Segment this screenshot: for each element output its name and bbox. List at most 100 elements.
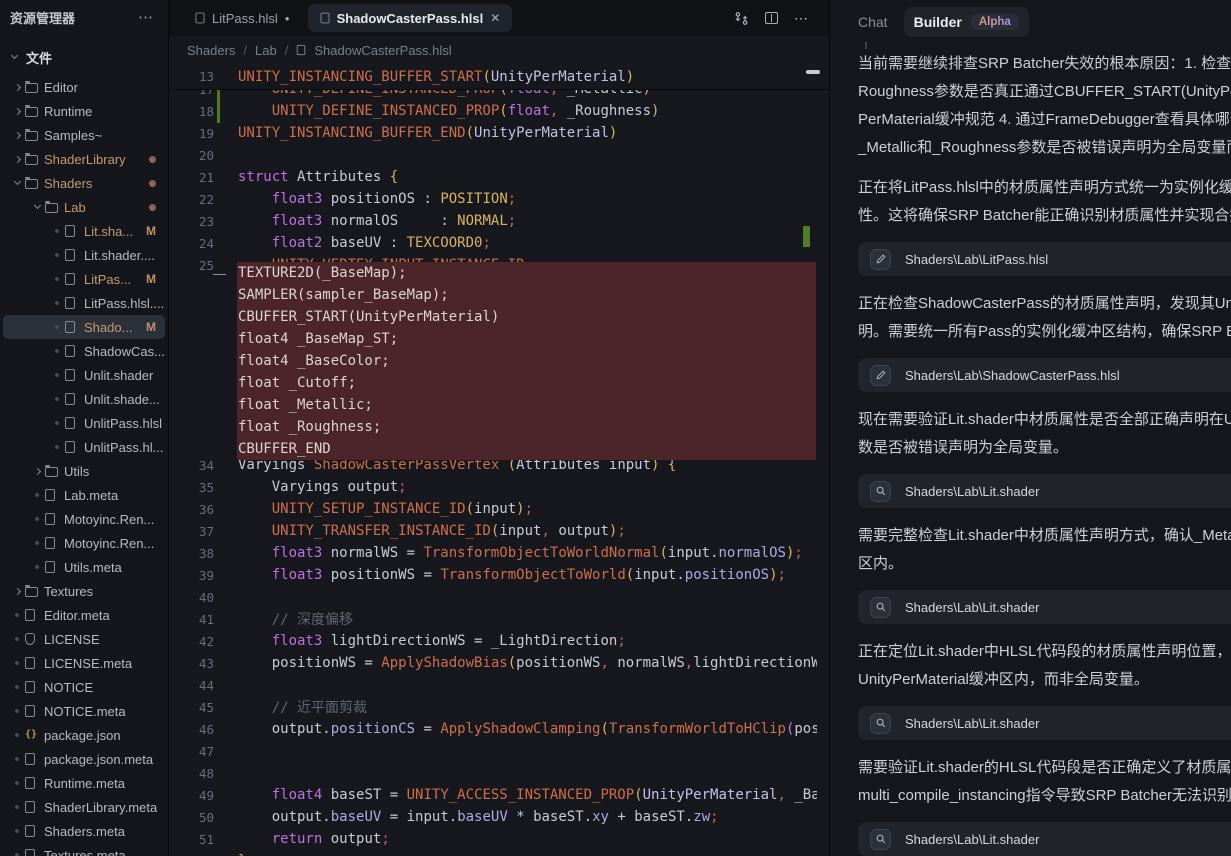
line-number: 22 xyxy=(169,192,214,207)
breadcrumb-separator: / xyxy=(243,43,247,58)
file-chip[interactable]: Shaders\Lab\Lit.shader xyxy=(858,590,1231,624)
line-number: 35 xyxy=(169,480,214,495)
git-compare-icon[interactable] xyxy=(734,11,749,26)
breadcrumb-item-lab[interactable]: Lab xyxy=(255,43,277,58)
bullet-dot xyxy=(49,229,65,233)
bullet-dot xyxy=(9,805,25,809)
tree-item-runtime[interactable]: Runtime xyxy=(3,99,165,123)
tree-item-motoyinc.ren...[interactable]: Motoyinc.Ren... xyxy=(3,531,165,555)
file-chip[interactable]: Shaders\Lab\LitPass.hlsl xyxy=(858,242,1231,276)
tree-item-shaderlibrary[interactable]: ShaderLibrary xyxy=(3,147,165,171)
deleted-code-line: TEXTURE2D(_BaseMap); xyxy=(238,262,816,284)
code-line: 23 float3 normalOS : NORMAL; xyxy=(169,210,817,232)
line-number: 39 xyxy=(169,568,214,583)
tree-item-motoyinc.ren...[interactable]: Motoyinc.Ren... xyxy=(3,507,165,531)
tree-item-label: package.json.meta xyxy=(44,752,165,767)
tree-item-label: Textures xyxy=(44,584,165,599)
tree-item-unlitpass.hl...[interactable]: UnlitPass.hl... xyxy=(3,435,165,459)
editor-scrollbar-thumb[interactable] xyxy=(806,70,820,74)
file-chip[interactable]: Shaders\Lab\ShadowCasterPass.hlsl xyxy=(858,358,1231,392)
editor-tab-shadowcasterpass.hlsl[interactable]: ShadowCasterPass.hlsl ✕ xyxy=(308,4,513,32)
tree-item-utils[interactable]: Utils xyxy=(3,459,165,483)
tree-item-textures[interactable]: Textures xyxy=(3,579,165,603)
code-area[interactable]: 17 UNITY_DEFINE_INSTANCED_PROP(float, _M… xyxy=(169,64,829,856)
tree-item-label: Runtime.meta xyxy=(44,776,165,791)
line-number: 44 xyxy=(169,678,214,693)
tree-item-shaderlibrary.meta[interactable]: ShaderLibrary.meta xyxy=(3,795,165,819)
tree-item-shaders[interactable]: Shaders xyxy=(3,171,165,195)
breadcrumb-item-shaders[interactable]: Shaders xyxy=(187,43,235,58)
file-icon xyxy=(45,537,55,549)
files-section-header[interactable]: 文件 xyxy=(0,44,168,70)
file-icon xyxy=(25,705,35,717)
tab-builder[interactable]: Builder Alpha xyxy=(904,7,1029,37)
editor-more-icon[interactable]: ⋯ xyxy=(794,10,809,27)
tree-item-litpass.hlsl....[interactable]: LitPass.hlsl.... xyxy=(3,291,165,315)
tree-item-notice[interactable]: NOTICE xyxy=(3,675,165,699)
tree-item-unlit.shader[interactable]: Unlit.shader xyxy=(3,363,165,387)
tree-item-label: Lab.meta xyxy=(64,488,165,503)
bullet-dot xyxy=(49,421,65,425)
deleted-code-line: float _Cutoff; xyxy=(238,372,816,394)
deleted-block-marker: — xyxy=(213,262,226,284)
tree-item-shado...[interactable]: Shado...M xyxy=(3,315,165,339)
tree-item-unlitpass.hlsl[interactable]: UnlitPass.hlsl xyxy=(3,411,165,435)
editor-tab-litpass.hlsl[interactable]: LitPass.hlsl● xyxy=(183,4,302,32)
tree-item-package.json.meta[interactable]: package.json.meta xyxy=(3,747,165,771)
line-number: 25 xyxy=(169,258,214,273)
bullet-dot xyxy=(29,493,45,497)
file-chip-path: Shaders\Lab\Lit.shader xyxy=(905,600,1039,615)
tree-item-lit.shader....[interactable]: Lit.shader.... xyxy=(3,243,165,267)
more-actions-icon[interactable]: ⋯ xyxy=(138,8,154,26)
file-icon xyxy=(65,225,75,237)
deleted-code-line: float _Metallic; xyxy=(238,394,816,416)
tree-item-editor.meta[interactable]: Editor.meta xyxy=(3,603,165,627)
file-chip[interactable]: Shaders\Lab\Lit.shader xyxy=(858,474,1231,508)
tree-item-samples~[interactable]: Samples~ xyxy=(3,123,165,147)
deleted-code-block: TEXTURE2D(_BaseMap);SAMPLER(sampler_Base… xyxy=(237,262,816,460)
tree-item-unlit.shade...[interactable]: Unlit.shade... xyxy=(3,387,165,411)
file-icon xyxy=(25,609,35,621)
tree-item-license.meta[interactable]: LICENSE.meta xyxy=(3,651,165,675)
file-icon xyxy=(196,13,205,24)
tree-item-editor[interactable]: Editor xyxy=(3,75,165,99)
tree-item-shadowcas...[interactable]: ShadowCas... xyxy=(3,339,165,363)
split-editor-icon[interactable] xyxy=(765,12,778,24)
bullet-dot xyxy=(29,541,45,545)
tree-item-label: Runtime xyxy=(44,104,165,119)
tree-item-notice.meta[interactable]: NOTICE.meta xyxy=(3,699,165,723)
chevron-right-icon xyxy=(9,589,25,594)
line-number: 46 xyxy=(169,722,214,737)
tree-item-lit.sha...[interactable]: Lit.sha...M xyxy=(3,219,165,243)
sticky-scroll-line[interactable]: 13UNITY_INSTANCING_BUFFER_START(UnityPer… xyxy=(169,64,829,90)
tab-label: ShadowCasterPass.hlsl xyxy=(337,11,484,26)
file-chip-path: Shaders\Lab\Lit.shader xyxy=(905,832,1039,847)
file-chip[interactable]: Shaders\Lab\Lit.shader xyxy=(858,822,1231,856)
tree-item-label: Motoyinc.Ren... xyxy=(64,512,165,527)
tree-item-litpas...[interactable]: LitPas...M xyxy=(3,267,165,291)
tree-item-label: UnlitPass.hl... xyxy=(84,440,165,455)
tree-item-package.json[interactable]: {}package.json xyxy=(3,723,165,747)
tree-item-lab[interactable]: Lab xyxy=(3,195,165,219)
line-number: 24 xyxy=(169,236,214,251)
tree-item-textures.meta[interactable]: Textures.meta xyxy=(3,843,165,856)
code-line: 44 xyxy=(169,674,817,696)
bullet-dot xyxy=(9,829,25,833)
tree-item-lab.meta[interactable]: Lab.meta xyxy=(3,483,165,507)
line-number: 20 xyxy=(169,148,214,163)
close-icon[interactable]: ✕ xyxy=(490,11,500,25)
tab-chat[interactable]: Chat xyxy=(858,14,888,30)
file-chip[interactable]: Shaders\Lab\Lit.shader xyxy=(858,706,1231,740)
folder-icon xyxy=(25,179,38,189)
tree-item-utils.meta[interactable]: Utils.meta xyxy=(3,555,165,579)
tree-item-runtime.meta[interactable]: Runtime.meta xyxy=(3,771,165,795)
file-icon xyxy=(25,681,35,693)
tree-item-label: Unlit.shader xyxy=(84,368,165,383)
tree-item-license[interactable]: LICENSE xyxy=(3,627,165,651)
tree-item-label: Editor.meta xyxy=(44,608,165,623)
breadcrumb-file[interactable]: ShadowCasterPass.hlsl xyxy=(314,43,451,58)
line-number: 49 xyxy=(169,788,214,803)
bullet-dot xyxy=(9,733,25,737)
tree-item-shaders.meta[interactable]: Shaders.meta xyxy=(3,819,165,843)
search-file-icon xyxy=(870,713,891,734)
